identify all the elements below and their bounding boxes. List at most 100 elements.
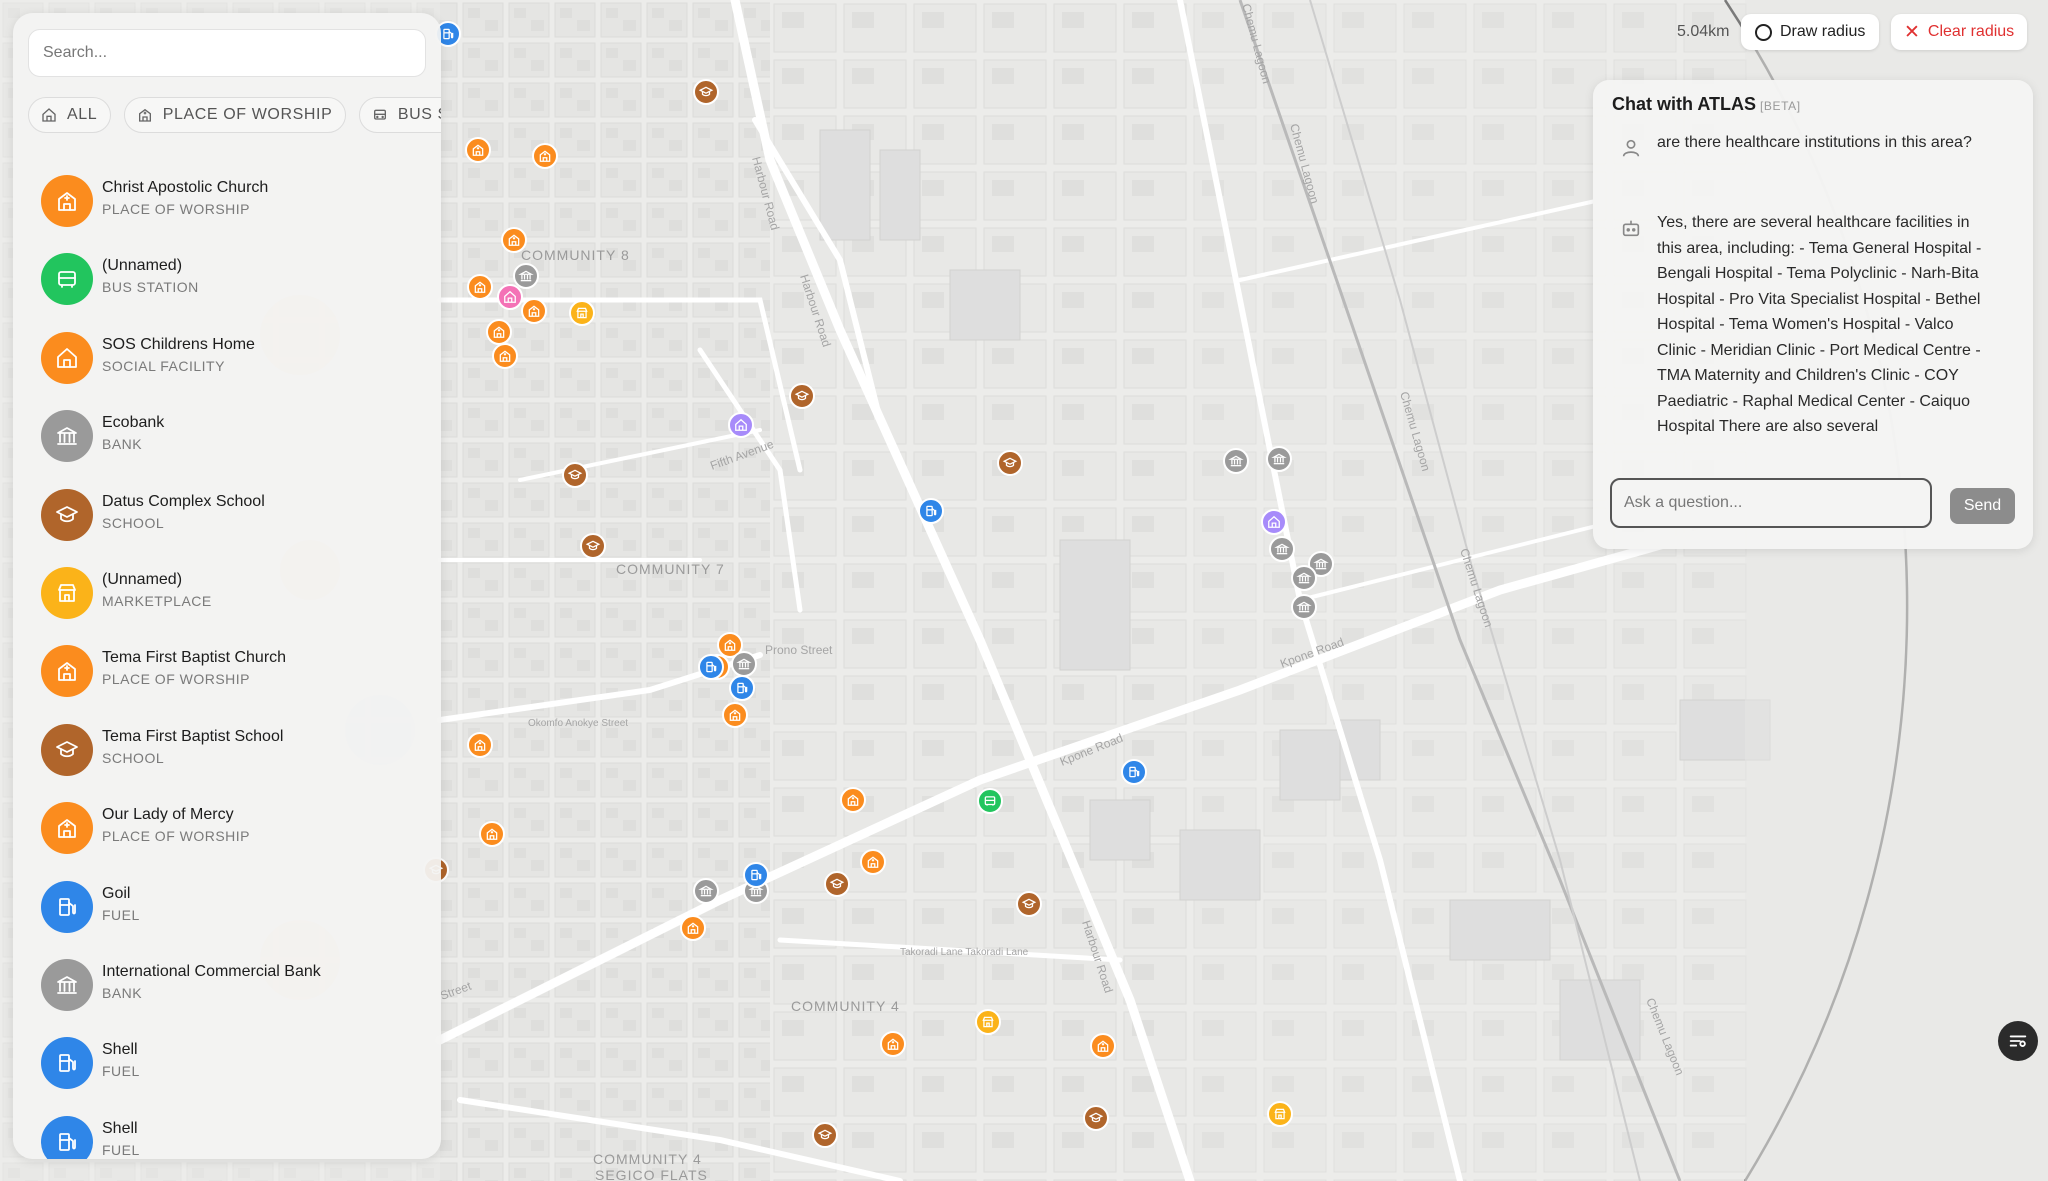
- poi-list-item[interactable]: International Commercial Bank BANK: [13, 947, 441, 1025]
- fuel-icon: [59, 1054, 76, 1073]
- draw-radius-button[interactable]: Draw radius: [1741, 14, 1880, 50]
- fuel-icon: [59, 897, 76, 916]
- filter-chip-place-of-worship[interactable]: PLACE OF WORSHIP: [123, 97, 347, 133]
- poi-category: SOCIAL FACILITY: [102, 357, 225, 374]
- home-icon: [42, 108, 56, 122]
- poi-list-item[interactable]: SOS Childrens Home SOCIAL FACILITY: [13, 320, 441, 398]
- map-marker-worship[interactable]: [465, 137, 491, 163]
- map-marker-bus[interactable]: [977, 788, 1003, 814]
- poi-category-badge: [41, 1037, 93, 1090]
- map-marker-bank[interactable]: [513, 263, 539, 289]
- poi-name: Tema First Baptist Church: [102, 649, 287, 667]
- poi-list-item[interactable]: Tema First Baptist Church PLACE OF WORSHI…: [13, 633, 441, 711]
- map-marker-worship[interactable]: [467, 732, 493, 758]
- school-icon: [56, 740, 78, 757]
- map-marker-worship[interactable]: [492, 343, 518, 369]
- map-marker-school[interactable]: [824, 871, 850, 897]
- map-marker-school[interactable]: [812, 1122, 838, 1148]
- map-marker-school[interactable]: [997, 450, 1023, 476]
- worship-icon: [58, 192, 76, 211]
- chat-title-text: Chat with ATLAS: [1612, 94, 1756, 114]
- map-marker-worship[interactable]: [840, 787, 866, 813]
- poi-list-item[interactable]: Shell FUEL: [13, 1025, 441, 1103]
- map-marker-market[interactable]: [1267, 1101, 1293, 1127]
- poi-list-item[interactable]: Our Lady of Mercy PLACE OF WORSHIP: [13, 790, 441, 868]
- chat-panel: Chat with ATLAS [BETA] are there healthca…: [1593, 80, 2033, 549]
- poi-list-item[interactable]: (Unnamed) BUS STATION: [13, 241, 441, 319]
- map-marker-worship[interactable]: [880, 1031, 906, 1057]
- poi-name: Tema First Baptist School: [102, 727, 284, 745]
- poi-list-item[interactable]: Tema First Baptist School SCHOOL: [13, 712, 441, 790]
- map-marker-school[interactable]: [562, 462, 588, 488]
- map-marker-bank[interactable]: [693, 878, 719, 904]
- poi-list-item[interactable]: Christ Apostolic Church PLACE OF WORSHIP: [13, 163, 441, 241]
- map-marker-fuel[interactable]: [918, 498, 944, 524]
- filter-chip-all[interactable]: ALL: [28, 97, 112, 133]
- worship-icon: [58, 819, 76, 839]
- search-box[interactable]: [28, 29, 426, 77]
- clear-radius-button[interactable]: ✕ Clear radius: [1891, 14, 2028, 50]
- poi-name: Ecobank: [102, 414, 165, 432]
- map-marker-market[interactable]: [975, 1009, 1001, 1035]
- bot-icon: [1622, 220, 1640, 237]
- chat-question-input[interactable]: [1612, 480, 1930, 526]
- circle-icon: [1755, 23, 1772, 41]
- worship-icon: [58, 662, 76, 682]
- send-button[interactable]: Send: [1950, 488, 2015, 524]
- map-marker-worship[interactable]: [722, 702, 748, 728]
- map-label-okomfo-street: Okomfo Anokye Street: [528, 718, 628, 729]
- poi-category-badge: [41, 802, 93, 855]
- map-marker-school[interactable]: [693, 79, 719, 105]
- map-marker-bank[interactable]: [1291, 565, 1317, 591]
- map-marker-bank[interactable]: [1269, 536, 1295, 562]
- map-marker-bank[interactable]: [1266, 446, 1292, 472]
- close-icon: ✕: [1904, 21, 1920, 43]
- poi-list-item[interactable]: Ecobank BANK: [13, 398, 441, 476]
- filter-chip-bus-station[interactable]: BUS ST: [358, 97, 441, 133]
- map-marker-worship[interactable]: [486, 319, 512, 345]
- map-marker-worship[interactable]: [521, 298, 547, 324]
- map-marker-social[interactable]: [728, 412, 754, 438]
- bank-icon: [57, 427, 77, 446]
- filter-toggle-button[interactable]: [1998, 1021, 2038, 1061]
- map-marker-bank[interactable]: [1223, 448, 1249, 474]
- map-marker-health[interactable]: [497, 284, 523, 310]
- map-marker-worship[interactable]: [680, 915, 706, 941]
- poi-category: PLACE OF WORSHIP: [102, 828, 251, 845]
- map-marker-school[interactable]: [789, 383, 815, 409]
- radius-distance: 5.04km: [1677, 23, 1730, 40]
- assistant-message: Yes, there are several healthcare facili…: [1657, 214, 1982, 435]
- sidebar-panel: ALL PLACE OF WORSHIP BUS ST Christ Apost…: [13, 13, 441, 1159]
- map-marker-fuel[interactable]: [1121, 759, 1147, 785]
- map-marker-worship[interactable]: [860, 849, 886, 875]
- map-label-segico: SEGICO FLATS: [595, 1167, 708, 1181]
- worship-icon: [138, 108, 151, 122]
- map-marker-worship[interactable]: [501, 227, 527, 253]
- map-marker-worship[interactable]: [1090, 1033, 1116, 1059]
- poi-category-badge: [41, 723, 93, 776]
- map-marker-fuel[interactable]: [743, 862, 769, 888]
- map-marker-school[interactable]: [1016, 891, 1042, 917]
- map-marker-school[interactable]: [1083, 1105, 1109, 1131]
- map-marker-worship[interactable]: [467, 274, 493, 300]
- map-marker-market[interactable]: [569, 300, 595, 326]
- map-marker-school[interactable]: [580, 533, 606, 559]
- search-input[interactable]: [29, 30, 425, 76]
- poi-list: Christ Apostolic Church PLACE OF WORSHIP (…: [13, 163, 441, 1159]
- map-marker-social[interactable]: [1261, 509, 1287, 535]
- map-marker-bank[interactable]: [1291, 594, 1317, 620]
- map-marker-worship[interactable]: [479, 821, 505, 847]
- map-marker-fuel[interactable]: [698, 654, 724, 680]
- map-marker-worship[interactable]: [532, 143, 558, 169]
- chat-input-box[interactable]: [1610, 478, 1932, 528]
- poi-list-item[interactable]: (Unnamed) MARKETPLACE: [13, 555, 441, 633]
- map-marker-bank[interactable]: [731, 651, 757, 677]
- clear-radius-label: Clear radius: [1927, 23, 2015, 40]
- map-marker-fuel[interactable]: [729, 675, 755, 701]
- poi-list-item[interactable]: Datus Complex School SCHOOL: [13, 477, 441, 555]
- poi-list-item[interactable]: Shell FUEL: [13, 1104, 441, 1159]
- poi-category-badge: [41, 488, 93, 541]
- poi-category: BANK: [102, 436, 143, 453]
- poi-list-item[interactable]: Goil FUEL: [13, 869, 441, 947]
- map-label-community4b: COMMUNITY 4: [593, 1151, 702, 1167]
